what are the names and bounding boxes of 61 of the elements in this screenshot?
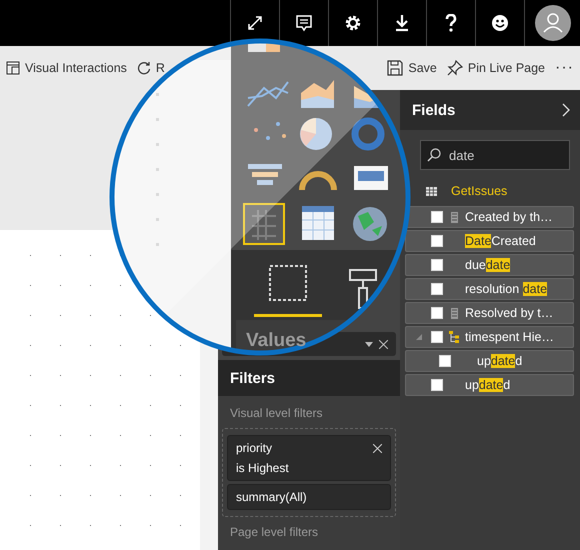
close-icon[interactable]	[379, 340, 388, 348]
checkbox[interactable]	[431, 331, 443, 343]
checkbox[interactable]	[431, 211, 443, 223]
field-name: Created by th…	[465, 210, 553, 224]
calculator-icon	[450, 212, 458, 222]
filter-field: priority	[236, 441, 272, 455]
section-label: Page level filters	[229, 525, 320, 539]
chevron-icon[interactable]	[562, 103, 570, 117]
field-name: updated	[465, 378, 510, 392]
table-icon	[426, 186, 437, 196]
field-name: duedate	[465, 258, 510, 272]
pin-button[interactable]: Pin Live Page	[442, 58, 550, 78]
settings-icon[interactable]	[344, 14, 362, 32]
search-icon	[427, 148, 441, 162]
fields-title: Fields	[412, 102, 456, 118]
refresh-icon	[136, 61, 151, 75]
filter-card[interactable]: summary(All)	[227, 484, 391, 510]
download-icon[interactable]	[394, 14, 410, 32]
filter-condition: is Highest	[236, 461, 290, 475]
field-item[interactable]: duedate	[405, 254, 574, 276]
field-item[interactable]: Created by th…	[405, 206, 574, 228]
field-name: updated	[477, 354, 522, 368]
section-label: Visual level filters	[229, 406, 324, 420]
interactions-icon	[6, 61, 20, 75]
checkbox[interactable]	[431, 283, 443, 295]
pin-icon	[446, 60, 463, 76]
avatar-icon[interactable]	[534, 5, 570, 41]
expand-icon[interactable]	[247, 15, 263, 31]
well-label: Values	[246, 330, 306, 352]
field-name: Resolved by t…	[465, 306, 554, 320]
save-button[interactable]: Save	[383, 58, 441, 78]
field-item[interactable]: resolution date	[405, 278, 574, 300]
save-icon	[387, 60, 404, 76]
table-name[interactable]: GetIssues	[451, 184, 508, 198]
checkbox[interactable]	[431, 307, 443, 319]
field-item[interactable]: Resolved by t…	[405, 302, 574, 324]
field-item[interactable]: timespent Hie…	[405, 326, 574, 348]
field-item[interactable]: DateCreated	[405, 230, 574, 252]
close-icon[interactable]	[373, 444, 382, 452]
checkbox[interactable]	[431, 379, 443, 391]
hierarchy-icon	[448, 331, 460, 343]
more-button[interactable]: ···	[551, 57, 578, 79]
filter-field: summary(All)	[236, 490, 307, 504]
filter-card[interactable]: priority is Highest	[227, 435, 391, 481]
field-item[interactable]: updated	[405, 374, 574, 396]
checkbox[interactable]	[439, 355, 451, 367]
field-name: DateCreated	[465, 234, 536, 248]
comment-icon[interactable]	[295, 14, 313, 32]
help-icon[interactable]	[444, 14, 458, 32]
caret-icon[interactable]	[365, 342, 373, 346]
checkbox[interactable]	[431, 259, 443, 271]
checkbox[interactable]	[431, 235, 443, 247]
refresh-button[interactable]: R	[132, 59, 169, 77]
calculator-icon	[450, 308, 458, 318]
smiley-icon[interactable]	[491, 14, 509, 32]
filters-title: Filters	[230, 370, 276, 386]
field-item[interactable]: updated	[405, 350, 574, 372]
field-name: resolution date	[465, 282, 548, 296]
interactions-button[interactable]: Visual Interactions	[2, 59, 131, 77]
field-name: timespent Hie…	[465, 330, 554, 344]
search-field[interactable]: date	[420, 140, 570, 170]
